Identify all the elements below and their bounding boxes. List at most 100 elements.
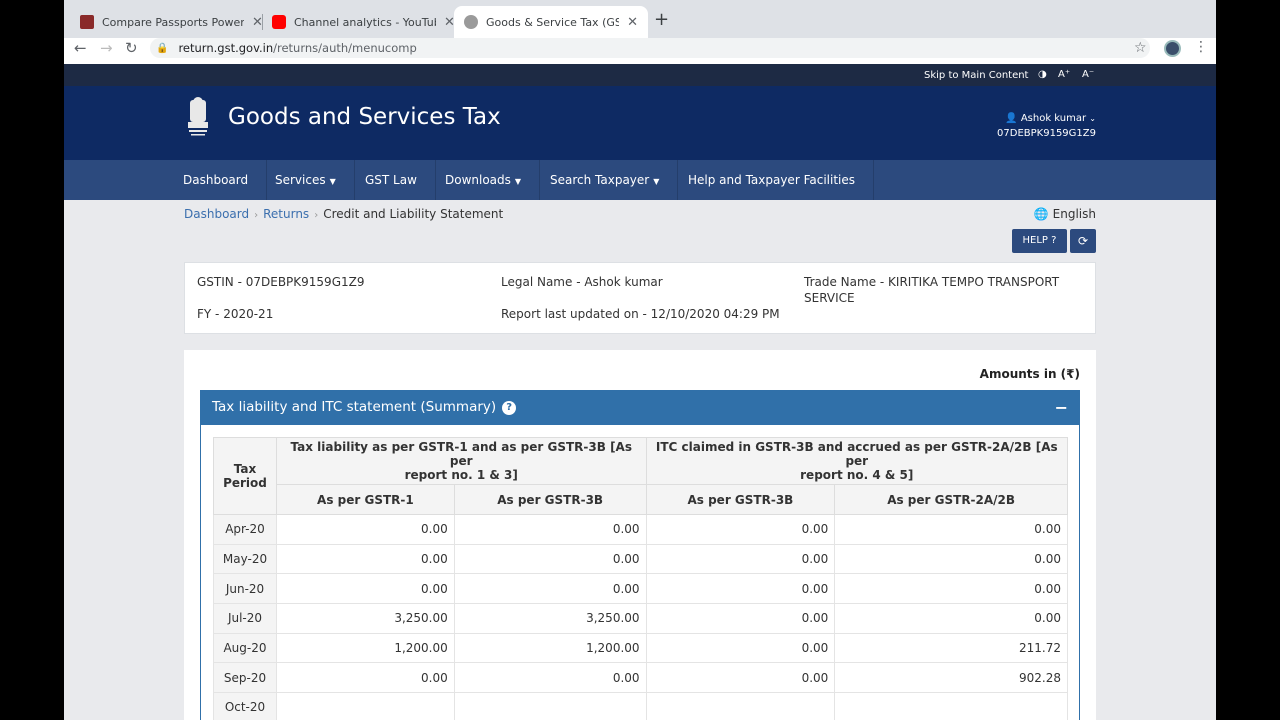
browser-window: Compare Passports Power | Pa ✕ Channel a… xyxy=(64,0,1216,720)
amount-cell: 0.00 xyxy=(834,514,1068,545)
trade-name-label-cont: SERVICE xyxy=(804,291,855,305)
browser-tab-gst[interactable]: Goods & Service Tax (GST) | U ✕ xyxy=(454,6,648,38)
collapse-icon[interactable]: − xyxy=(1055,390,1068,425)
table-row: May-20 0.00 0.00 0.00 0.00 xyxy=(213,543,1068,575)
legal-name-label: Legal Name - Ashok kumar xyxy=(501,275,663,289)
main-navigation: Dashboard Services ▼ GST Law Downloads ▼ S… xyxy=(64,160,1216,200)
user-name: Ashok kumar xyxy=(1020,113,1087,124)
skip-to-main-link[interactable]: Skip to Main Content xyxy=(924,70,1028,81)
report-updated-label: Report last updated on - 12/10/2020 04:2… xyxy=(501,307,780,321)
tax-period-cell: Apr-20 xyxy=(213,514,277,545)
nav-gst-law[interactable]: GST Law xyxy=(347,160,436,200)
forward-icon[interactable]: → xyxy=(100,39,113,57)
browser-menu-icon[interactable]: ⋮ xyxy=(1194,39,1208,55)
table-row: Jun-20 0.00 0.00 0.00 0.00 xyxy=(213,573,1068,605)
table-row: Oct-20 xyxy=(213,692,1068,720)
amount-cell: 3,250.00 xyxy=(453,603,647,634)
tab-title: Channel analytics - YouTube St xyxy=(294,15,436,29)
user-menu[interactable]: 👤 Ashok kumar ⌄ 07DEBPK9159G1Z9 xyxy=(997,111,1096,141)
amounts-unit-label: Amounts in (₹) xyxy=(979,367,1080,381)
tab-title: Compare Passports Power | Pa xyxy=(102,15,244,29)
emblem-favicon-icon xyxy=(464,15,478,29)
amount-cell xyxy=(453,692,647,720)
amount-cell: 211.72 xyxy=(834,632,1068,664)
amount-cell: 0.00 xyxy=(275,662,455,694)
refresh-icon: ⟳ xyxy=(1077,234,1089,248)
col-header-tax-liability: Tax liability as per GSTR-1 and as per G… xyxy=(275,437,647,485)
national-emblem-icon xyxy=(188,97,208,136)
profile-avatar[interactable] xyxy=(1164,40,1181,57)
browser-tab-passports[interactable]: Compare Passports Power | Pa ✕ xyxy=(70,6,273,38)
table-row: Sep-20 0.00 0.00 0.00 902.28 xyxy=(213,662,1068,694)
bookmark-star-icon[interactable]: ☆ xyxy=(1134,40,1147,56)
amount-cell: 0.00 xyxy=(645,603,836,634)
refresh-button[interactable]: ⟳ xyxy=(1070,229,1096,253)
amount-cell: 1,200.00 xyxy=(275,632,455,664)
amount-cell: 0.00 xyxy=(834,543,1068,575)
breadcrumb: Dashboard › Returns › Credit and Liability S… xyxy=(184,207,504,221)
amount-cell: 3,250.00 xyxy=(275,603,455,634)
site-header: Goods and Services Tax 👤 Ashok kumar ⌄ 0… xyxy=(64,86,1216,160)
amount-cell: 0.00 xyxy=(834,573,1068,605)
subheader-gstr1: As per GSTR-1 xyxy=(275,484,455,515)
gstin-label: GSTIN - 07DEBPK9159G1Z9 xyxy=(197,275,365,289)
nav-search-taxpayer[interactable]: Search Taxpayer ▼ xyxy=(532,160,679,200)
amount-cell: 0.00 xyxy=(453,514,647,545)
passport-favicon-icon xyxy=(80,15,94,29)
liability-itc-table: Tax Period Tax liability as per GSTR-1 an… xyxy=(213,437,1069,720)
summary-accordion-body: Tax Period Tax liability as per GSTR-1 an… xyxy=(200,425,1080,720)
question-icon: ? xyxy=(1051,235,1057,246)
tax-period-cell: May-20 xyxy=(213,543,277,575)
breadcrumb-dashboard[interactable]: Dashboard xyxy=(184,207,249,221)
amount-cell: 0.00 xyxy=(275,514,455,545)
amount-cell: 0.00 xyxy=(645,632,836,664)
tax-period-cell: Aug-20 xyxy=(213,632,277,664)
table-row: Jul-20 3,250.00 3,250.00 0.00 0.00 xyxy=(213,603,1068,634)
youtube-favicon-icon xyxy=(272,15,286,29)
reload-icon[interactable]: ↻ xyxy=(125,39,138,57)
question-circle-icon[interactable]: ? xyxy=(502,401,517,415)
amount-cell: 0.00 xyxy=(453,573,647,605)
amount-cell: 0.00 xyxy=(645,573,836,605)
tax-period-cell: Jul-20 xyxy=(213,603,277,634)
amount-cell: 0.00 xyxy=(645,514,836,545)
amount-cell: 902.28 xyxy=(834,662,1068,694)
caret-down-icon: ▼ xyxy=(653,177,660,186)
breadcrumb-current: Credit and Liability Statement xyxy=(323,207,504,221)
url-path: /returns/auth/menucomp xyxy=(273,41,417,55)
tab-title: Goods & Service Tax (GST) | U xyxy=(486,15,620,29)
address-bar[interactable]: 🔒 return.gst.gov.in/returns/auth/menucom… xyxy=(150,38,1150,58)
amount-cell: 0.00 xyxy=(275,573,455,605)
decrease-font-button[interactable]: A⁻ xyxy=(1082,69,1094,80)
trade-name-label: Trade Name - KIRITIKA TEMPO TRANSPORT xyxy=(804,275,1060,289)
nav-services[interactable]: Services ▼ xyxy=(257,160,355,200)
subheader-gstr3b: As per GSTR-3B xyxy=(453,484,647,515)
help-button[interactable]: HELP ? xyxy=(1012,229,1067,253)
back-icon[interactable]: ← xyxy=(74,39,87,57)
nav-dashboard[interactable]: Dashboard xyxy=(165,160,268,200)
new-tab-icon[interactable]: + xyxy=(654,9,669,30)
close-tab-icon[interactable]: ✕ xyxy=(627,15,638,30)
user-icon: 👤 xyxy=(1005,113,1018,124)
fy-label: FY - 2020-21 xyxy=(197,307,274,321)
contrast-icon[interactable]: ◑ xyxy=(1038,69,1047,80)
url-host: return.gst.gov.in xyxy=(178,41,274,55)
nav-help-taxpayer-facilities[interactable]: Help and Taxpayer Facilities xyxy=(670,160,874,200)
table-row: Apr-20 0.00 0.00 0.00 0.00 xyxy=(213,514,1068,545)
amount-cell: 0.00 xyxy=(453,662,647,694)
tax-period-cell: Jun-20 xyxy=(213,573,277,605)
browser-tab-youtube[interactable]: Channel analytics - YouTube St ✕ xyxy=(262,6,465,38)
summary-accordion-header[interactable]: Tax liability and ITC statement (Summary… xyxy=(200,390,1080,425)
amount-cell: 0.00 xyxy=(453,543,647,575)
user-gstin: 07DEBPK9159G1Z9 xyxy=(997,128,1096,139)
statement-card: Amounts in (₹) Tax liability and ITC sta… xyxy=(184,350,1096,720)
increase-font-button[interactable]: A⁺ xyxy=(1058,69,1070,80)
subheader-gstr2a2b: As per GSTR-2A/2B xyxy=(834,484,1068,515)
accessibility-bar: Skip to Main Content ◑ A⁺ A⁻ xyxy=(64,64,1216,86)
breadcrumb-returns[interactable]: Returns xyxy=(263,207,309,221)
table-row: Aug-20 1,200.00 1,200.00 0.00 211.72 xyxy=(213,632,1068,664)
nav-downloads[interactable]: Downloads ▼ xyxy=(427,160,541,200)
tab-strip: Compare Passports Power | Pa ✕ Channel a… xyxy=(64,0,1216,38)
chevron-down-icon: ⌄ xyxy=(1089,114,1096,123)
language-selector[interactable]: 🌐 English xyxy=(1034,207,1096,221)
